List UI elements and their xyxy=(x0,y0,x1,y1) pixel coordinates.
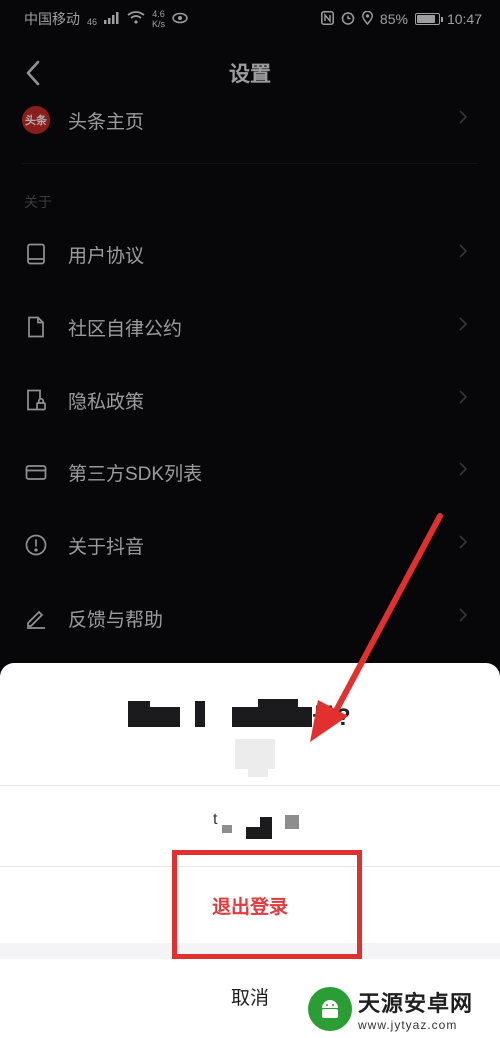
android-logo-icon xyxy=(308,987,352,1031)
sheet-title-suffix: 号? xyxy=(312,704,351,731)
watermark-url: www.jytyaz.com xyxy=(358,1018,458,1032)
watermark: 天源安卓网 www.jytyaz.com xyxy=(308,986,473,1032)
divider xyxy=(0,785,500,786)
account-prefix: t xyxy=(213,811,218,828)
highlight-box xyxy=(172,850,362,959)
watermark-name: 天源安卓网 xyxy=(358,991,474,1016)
